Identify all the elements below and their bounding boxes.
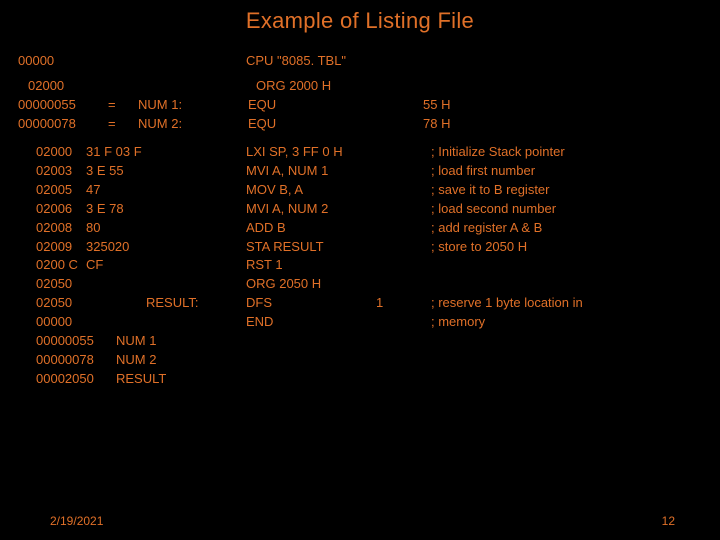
opcode: RST 1: [246, 256, 376, 275]
listing-row: 020063 E 78 MVI A, NUM 2 ; load second num…: [36, 200, 702, 219]
addr-col: 02000: [28, 77, 108, 96]
hex-col: 3 E 78: [86, 200, 146, 219]
opcode: ORG 2000 H: [256, 77, 331, 96]
listing-row: 00000055 = NUM 1: EQU 55 H: [18, 96, 702, 115]
listing-row: 02050 RESULT:DFS1; reserve 1 byte locatio…: [36, 294, 702, 313]
symbol: RESULT:: [146, 294, 246, 313]
addr-col: 0200 C: [36, 256, 86, 275]
addr-col: 02009: [36, 238, 86, 257]
arg: 78 H: [423, 115, 493, 134]
equals: =: [108, 96, 138, 115]
listing-row: 020033 E 55 MVI A, NUM 1 ; load first numb…: [36, 162, 702, 181]
opcode: CPU "8085. TBL": [246, 52, 346, 71]
comment: ; load first number: [431, 162, 702, 181]
addr-col: 02000: [36, 143, 86, 162]
addr-col: 02050: [36, 294, 86, 313]
hex-col: 3 E 55: [86, 162, 146, 181]
hex-col: 47: [86, 181, 146, 200]
listing-row: 00000078 = NUM 2: EQU 78 H: [18, 115, 702, 134]
slide-title: Example of Listing File: [0, 8, 720, 34]
opcode: DFS: [246, 294, 376, 313]
comment: ; load second number: [431, 200, 702, 219]
opcode: EQU: [248, 96, 348, 115]
opcode: MOV B, A: [246, 181, 376, 200]
opcode: LXI SP, 3 FF 0 H: [246, 143, 376, 162]
opcode: STA RESULT: [246, 238, 376, 257]
symbol: NUM 1:: [138, 96, 248, 115]
addr-col: 02005: [36, 181, 86, 200]
listing-row: 00000 END ; memory: [36, 313, 702, 332]
symbol-name: RESULT: [116, 370, 166, 389]
addr-col: 00000078: [36, 351, 116, 370]
symbol-name: NUM 1: [116, 332, 156, 351]
addr-col: 00000: [36, 313, 86, 332]
slide: Example of Listing File 00000 CPU "8085.…: [0, 0, 720, 540]
listing-row: 0200880 ADD B ; add register A & B: [36, 219, 702, 238]
comment: ; Initialize Stack pointer: [431, 143, 702, 162]
listing-row: 0200547 MOV B, A ; save it to B register: [36, 181, 702, 200]
addr-col: 00000055: [36, 332, 116, 351]
symtab-row: 00002050RESULT: [36, 370, 702, 389]
comment: ; save it to B register: [431, 181, 702, 200]
comment: ; add register A & B: [431, 219, 702, 238]
listing-row: 0200 CCF RST 1: [36, 256, 702, 275]
hex-col: 325020: [86, 238, 146, 257]
opcode: END: [246, 313, 376, 332]
listing-row: 0200031 F 03 F LXI SP, 3 FF 0 H ; Initiali…: [36, 143, 702, 162]
addr-col: 00000055: [18, 96, 108, 115]
symtab-row: 00000055NUM 1: [36, 332, 702, 351]
opcode: EQU: [248, 115, 348, 134]
comment: ; reserve 1 byte location in: [431, 294, 702, 313]
opcode: ADD B: [246, 219, 376, 238]
addr-col: 02008: [36, 219, 86, 238]
symbol-name: NUM 2: [116, 351, 156, 370]
arg: 1: [376, 294, 431, 313]
addr-col: 02050: [36, 275, 86, 294]
hex-col: 31 F 03 F: [86, 143, 146, 162]
opcode: MVI A, NUM 1: [246, 162, 376, 181]
comment: ; store to 2050 H: [431, 238, 702, 257]
listing-row: 02009325020 STA RESULT ; store to 2050 H: [36, 238, 702, 257]
addr-col: 00000: [18, 52, 98, 71]
hex-col: CF: [86, 256, 146, 275]
footer-page-number: 12: [662, 514, 675, 528]
addr-col: 00002050: [36, 370, 116, 389]
addr-col: 02006: [36, 200, 86, 219]
opcode: ORG 2050 H: [246, 275, 376, 294]
addr-col: 00000078: [18, 115, 108, 134]
listing-row: 02050 ORG 2050 H: [36, 275, 702, 294]
symtab-row: 00000078NUM 2: [36, 351, 702, 370]
arg: 55 H: [423, 96, 493, 115]
opcode: MVI A, NUM 2: [246, 200, 376, 219]
hex-col: 80: [86, 219, 146, 238]
comment: ; memory: [431, 313, 702, 332]
listing-row: 02000 ORG 2000 H: [28, 77, 702, 96]
listing-row: 00000 CPU "8085. TBL": [18, 52, 702, 71]
listing-body: 00000 CPU "8085. TBL" 02000 ORG 2000 H 0…: [18, 52, 702, 388]
equals: =: [108, 115, 138, 134]
footer-date: 2/19/2021: [50, 514, 103, 528]
addr-col: 02003: [36, 162, 86, 181]
symbol: NUM 2:: [138, 115, 248, 134]
